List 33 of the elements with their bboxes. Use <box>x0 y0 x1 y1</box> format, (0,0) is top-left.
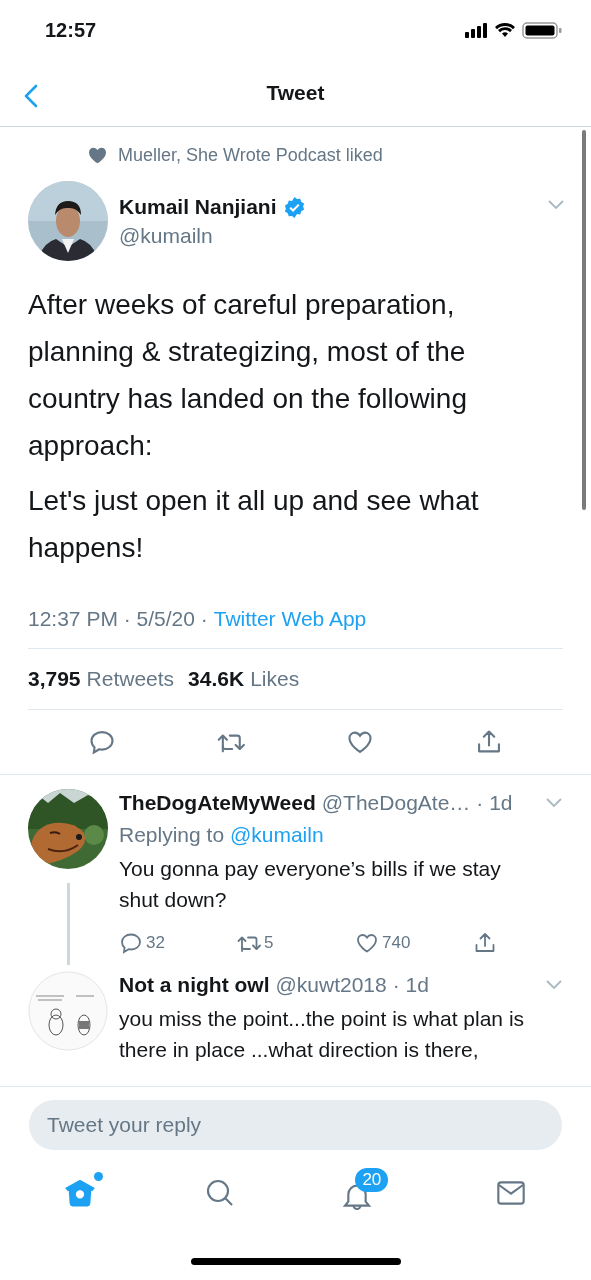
tweet-timestamp: 12:37 PM · 5/5/20 · <box>28 607 208 631</box>
clock-time: 12:57 <box>45 18 97 42</box>
reply-author-name: TheDogAteMyWeed <box>119 791 316 815</box>
page-title: Tweet <box>266 81 325 105</box>
reply-count-button[interactable]: 32 <box>119 931 237 955</box>
notification-count: 20 <box>355 1168 389 1192</box>
retweet-count-button[interactable]: 5 <box>237 931 355 955</box>
reply-text: you miss the point...the point is what plan is there in place ...what direction is there, <box>119 1006 526 1063</box>
author-name: Kumail Nanjiani <box>119 195 277 219</box>
reply-icon <box>119 931 143 955</box>
reply-input-field[interactable]: Tweet your reply <box>29 1100 562 1150</box>
source-link[interactable]: Twitter Web App <box>213 607 367 631</box>
reply-author-handle: @TheDogAte… <box>321 791 471 815</box>
tweet-text: After weeks of careful preparation, planning & strategizing, most of the country has landed on the following approach: <box>28 288 468 463</box>
mention-link[interactable]: @kumailn <box>229 823 324 846</box>
share-icon[interactable] <box>473 931 497 955</box>
home-icon[interactable] <box>63 1177 96 1209</box>
reply-author-name: Not a night owl <box>119 973 270 997</box>
reply-time: · 1d <box>392 973 429 997</box>
reply-text: You gonna pay everyone’s bills if we stay shut down? <box>119 856 502 913</box>
author-handle: @kumailn <box>119 224 214 248</box>
reply-icon[interactable] <box>88 728 117 756</box>
tweet-text: Let's just open it all up and see what happens! <box>28 484 480 565</box>
reply-time: · 1d <box>476 791 513 815</box>
like-count-button[interactable]: 740 <box>355 931 473 955</box>
stat-link[interactable]: 3,795 Retweets <box>28 667 175 691</box>
replying-to-text: Replying to @kumailn <box>119 823 325 847</box>
notifications-tab[interactable]: 20 <box>331 1167 400 1219</box>
social-context: Mueller, She Wrote Podcast liked <box>118 145 383 166</box>
like-icon <box>355 931 379 955</box>
heart-icon <box>88 147 107 164</box>
reply-author-handle: @kuwt2018 <box>275 973 387 997</box>
stat-link[interactable]: 34.6K Likes <box>188 667 300 691</box>
